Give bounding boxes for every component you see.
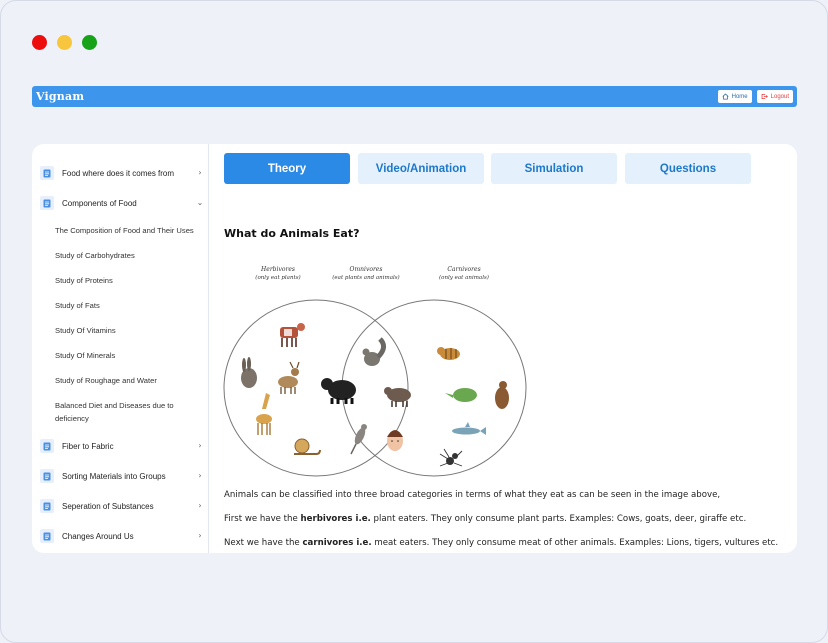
eagle-illustration [495, 381, 509, 409]
cow-illustration [280, 323, 305, 347]
spider-illustration [439, 448, 463, 467]
paragraph-text: Next we have the [224, 538, 303, 548]
herbivores-term: herbivores i.e. [300, 514, 371, 524]
sidebar-item-label: Components of Food [62, 198, 137, 208]
rabbit-illustration [241, 357, 257, 388]
sidebar-item-label: Fiber to Fabric [62, 441, 114, 451]
tab-theory[interactable]: Theory [224, 153, 350, 184]
tab-simulation[interactable]: Simulation [491, 153, 617, 184]
top-navbar: Vignam Home Logout [32, 86, 797, 107]
home-icon [722, 93, 729, 100]
chevron-right-icon: › [198, 441, 202, 450]
sidebar-item-label: Sorting Materials into Groups [62, 471, 166, 481]
chevron-right-icon: › [198, 501, 202, 510]
giraffe-illustration [256, 393, 272, 435]
venn-label-carnivores: Carnivores [447, 266, 480, 273]
document-icon [40, 529, 54, 543]
paragraph-intro: Animals can be classified into three bro… [224, 490, 721, 500]
venn-sub-omnivores: (eat plants and animals) [332, 274, 399, 281]
sidebar-subitem[interactable]: Study Of Minerals [55, 350, 205, 363]
sidebar-item-label: Seperation of Substances [62, 501, 154, 511]
sidebar-item-changes-around-us[interactable]: Changes Around Us › [40, 526, 204, 546]
chevron-down-icon: ⌄ [196, 198, 204, 207]
document-icon [40, 499, 54, 513]
venn-sub-herbivores: (only eat plants) [255, 274, 300, 281]
shark-illustration [452, 422, 486, 435]
paragraph-text: plant eaters. They only consume plant pa… [370, 514, 747, 524]
venn-circle-herbivores [223, 299, 409, 477]
brand-logo[interactable]: Vignam [36, 90, 84, 103]
paragraph-carnivores: Next we have the carnivores i.e. meat ea… [224, 538, 784, 548]
sidebar-item-food-source[interactable]: Food where does it comes from › [40, 163, 204, 183]
document-icon [40, 469, 54, 483]
sidebar-item-sorting-materials[interactable]: Sorting Materials into Groups › [40, 466, 204, 486]
venn-diagram-animals: Herbivores (only eat plants) Omnivores (… [223, 266, 527, 477]
page-title: What do Animals Eat? [224, 227, 360, 240]
close-window-button[interactable] [32, 35, 47, 50]
snail-illustration [294, 438, 321, 455]
tab-video-animation[interactable]: Video/Animation [358, 153, 484, 184]
sidebar-subitem[interactable]: Balanced Diet and Diseases due to defici… [55, 400, 187, 425]
sidebar-item-fiber-to-fabric[interactable]: Fiber to Fabric › [40, 436, 204, 456]
sidebar-subitem[interactable]: The Composition of Food and Their Uses [55, 225, 205, 238]
paragraph-herbivores: First we have the herbivores i.e. plant … [224, 514, 784, 524]
chevron-right-icon: › [198, 168, 202, 177]
maximize-window-button[interactable] [82, 35, 97, 50]
human-face-illustration [387, 430, 403, 451]
sidebar-item-components-of-food[interactable]: Components of Food ⌄ [40, 193, 204, 213]
chevron-right-icon: › [198, 471, 202, 480]
crocodile-illustration [445, 388, 477, 402]
home-button-label: Home [731, 93, 748, 100]
venn-label-herbivores: Herbivores [260, 266, 295, 273]
document-icon [40, 439, 54, 453]
goat-illustration [278, 361, 300, 394]
sidebar-subitem[interactable]: Study of Roughage and Water [55, 375, 205, 388]
tab-questions[interactable]: Questions [625, 153, 751, 184]
window-controls [32, 35, 97, 50]
paragraph-text: First we have the [224, 514, 301, 524]
logout-button-label: Logout [770, 93, 789, 100]
logout-icon [761, 94, 768, 99]
sidebar-subitem[interactable]: Study Of Vitamins [55, 325, 205, 338]
chevron-right-icon: › [198, 531, 202, 540]
sidebar-item-label: Changes Around Us [62, 531, 134, 541]
venn-circle-carnivores [341, 299, 527, 477]
sidebar-item-label: Food where does it comes from [62, 168, 175, 178]
top-actions: Home Logout [717, 90, 793, 103]
sidebar-item-separation-of-substances[interactable]: Seperation of Substances › [40, 496, 204, 516]
home-button[interactable]: Home [717, 90, 752, 103]
bear-illustration [321, 378, 356, 404]
document-icon [40, 166, 54, 180]
sidebar: Food where does it comes from › Componen… [32, 144, 209, 553]
paragraph-text: meat eaters. They only consume meat of o… [371, 538, 779, 548]
carnivores-term: carnivores i.e. [302, 538, 372, 548]
tiger-illustration [437, 347, 460, 360]
main-card: Food where does it comes from › Componen… [32, 144, 797, 553]
minimize-window-button[interactable] [57, 35, 72, 50]
venn-label-omnivores: Omnivores [350, 266, 383, 273]
boar-illustration [384, 387, 411, 407]
sidebar-subitem[interactable]: Study of Fats [55, 300, 205, 313]
logout-button[interactable]: Logout [756, 90, 793, 103]
venn-sub-carnivores: (only eat animals) [439, 274, 489, 281]
squirrel-illustration [362, 337, 386, 366]
bird-illustration [350, 424, 367, 455]
sidebar-subitem[interactable]: Study of Carbohydrates [55, 250, 205, 263]
sidebar-subitem[interactable]: Study of Proteins [55, 275, 205, 288]
document-icon [40, 196, 54, 210]
